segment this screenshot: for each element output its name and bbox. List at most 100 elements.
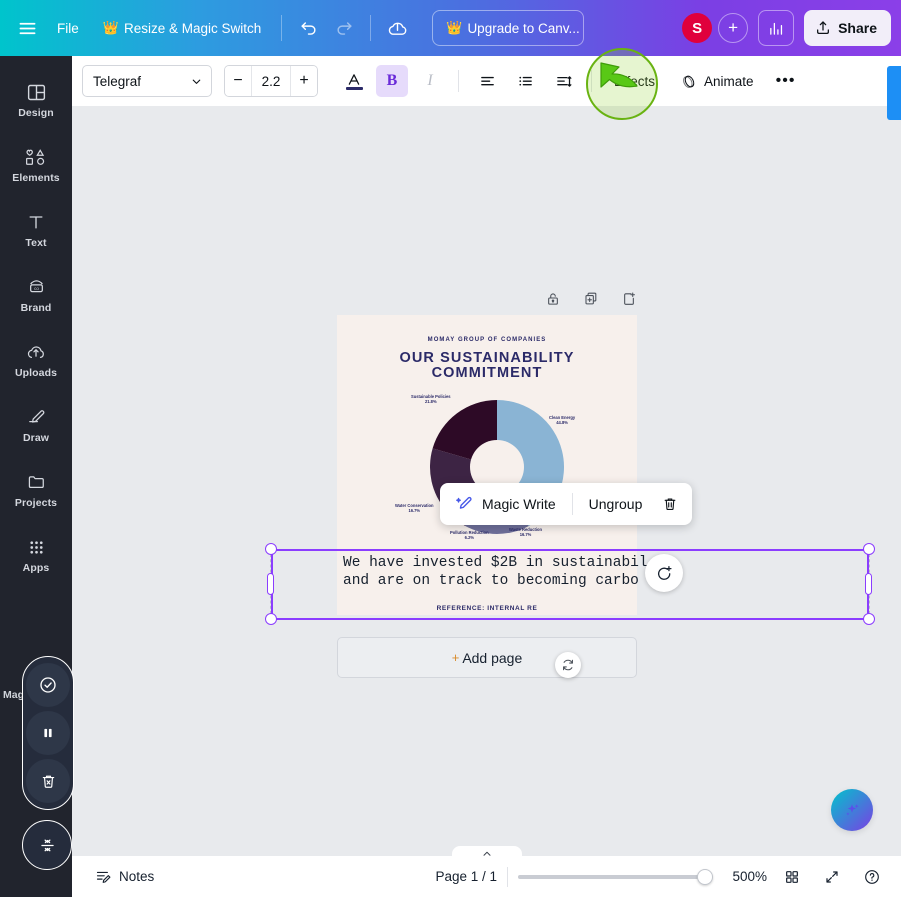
bullet-list-button[interactable]: [509, 65, 541, 97]
font-size-value: 2.2: [261, 73, 281, 89]
page-actions-bar: [538, 284, 644, 314]
grid-view-button[interactable]: [777, 862, 807, 892]
chevron-up-icon: [480, 848, 494, 856]
donut-label-pollution-reduction: Pollution Reduction 6.2%: [450, 530, 489, 540]
svg-text:co: co: [34, 286, 39, 291]
animate-button[interactable]: Animate: [671, 65, 764, 97]
font-size-input[interactable]: 2.2: [251, 66, 291, 96]
approve-button[interactable]: [26, 663, 70, 707]
selection-handle-right[interactable]: [865, 573, 872, 595]
font-family-value: Telegraf: [93, 73, 142, 89]
label-pct: 44.8%: [556, 420, 568, 426]
add-comment-button[interactable]: [645, 554, 683, 592]
notes-button[interactable]: Notes: [86, 862, 163, 892]
font-size-decrease-button[interactable]: −: [225, 66, 251, 96]
toolbar-divider-1: [458, 70, 459, 92]
undo-icon[interactable]: [291, 11, 325, 45]
zoom-slider[interactable]: [518, 868, 713, 885]
insights-bar-chart-icon[interactable]: [758, 10, 795, 46]
selection-handle-bottom-left[interactable]: [265, 613, 277, 625]
more-label: •••: [775, 72, 796, 89]
add-page-icon: [621, 291, 637, 307]
redo-icon[interactable]: [327, 11, 361, 45]
sidebar-item-apps[interactable]: Apps: [5, 529, 67, 580]
upgrade-crown-icon: 👑: [446, 20, 463, 35]
selection-handle-top-left[interactable]: [265, 543, 277, 555]
duplicate-page-button[interactable]: [576, 284, 606, 314]
collapse-vertical-icon: [38, 836, 57, 855]
text-align-button[interactable]: [471, 65, 503, 97]
magic-write-button[interactable]: Magic Write: [446, 487, 566, 521]
sidebar-item-elements[interactable]: Elements: [5, 139, 67, 190]
share-label: Share: [838, 20, 877, 36]
donut-label-sustainable-policies: Sustainable Policies 21.8%: [411, 394, 451, 404]
text-color-button[interactable]: [338, 65, 370, 97]
notes-icon: [95, 868, 112, 885]
sidebar-item-brand[interactable]: co Brand: [5, 269, 67, 320]
add-page-label: Add page: [462, 649, 523, 666]
line-spacing-button[interactable]: [547, 65, 579, 97]
magic-action-toolbar: [22, 656, 74, 810]
collapse-panel-button[interactable]: [22, 820, 72, 870]
sidebar-item-projects[interactable]: Projects: [5, 464, 67, 515]
selection-handle-bottom-right[interactable]: [863, 613, 875, 625]
hamburger-menu-icon[interactable]: [10, 11, 44, 45]
selection-handle-left[interactable]: [267, 573, 274, 595]
sidebar-item-label: Text: [25, 237, 47, 249]
share-button[interactable]: Share: [804, 10, 891, 46]
magic-ai-assistant-button[interactable]: [831, 789, 873, 831]
selected-text-line2: and are on track to becoming carbo: [343, 573, 639, 589]
resize-magic-switch-button[interactable]: 👑 Resize & Magic Switch: [92, 11, 272, 45]
folder-icon: [26, 471, 47, 493]
brand-eyebrow: MOMAY GROUP OF COMPANIES: [427, 337, 547, 343]
bottom-status-bar: Notes Page 1 / 1 500%: [72, 856, 901, 897]
scroll-up-button[interactable]: [452, 846, 522, 856]
avatar-initial: S: [692, 19, 703, 37]
resize-label: Resize & Magic Switch: [123, 20, 262, 36]
pause-button[interactable]: [26, 711, 70, 755]
bold-button[interactable]: B: [376, 65, 408, 97]
bottom-divider: [507, 866, 508, 887]
canvas-scroll-area[interactable]: MOMAY GROUP OF COMPANIES OUR SUSTAINABIL…: [72, 106, 901, 856]
header-divider-2: [370, 15, 372, 41]
rotate-handle[interactable]: [555, 652, 581, 678]
lock-page-button[interactable]: [538, 284, 568, 314]
add-collaborator-plus-icon[interactable]: +: [718, 13, 749, 43]
insert-page-button[interactable]: [614, 284, 644, 314]
fullscreen-button[interactable]: [817, 862, 847, 892]
font-family-select[interactable]: Telegraf: [82, 65, 212, 97]
cloud-saved-icon[interactable]: [380, 11, 414, 45]
selected-text-block[interactable]: We have invested $2B in sustainabil and …: [278, 550, 868, 592]
file-menu-label: File: [57, 20, 79, 36]
add-page-button[interactable]: + Add page: [337, 637, 637, 678]
more-options-button[interactable]: •••: [770, 65, 802, 97]
top-header-bar: File 👑 Resize & Magic Switch 👑 Upgrade t…: [0, 0, 901, 56]
upload-cloud-icon: [25, 341, 47, 363]
sidebar-item-text[interactable]: Text: [5, 204, 67, 255]
upgrade-to-canva-pro-button[interactable]: 👑 Upgrade to Canv...: [432, 10, 585, 46]
font-color-A-icon: [345, 73, 363, 90]
font-size-increase-button[interactable]: +: [291, 66, 317, 96]
ungroup-button[interactable]: Ungroup: [579, 487, 653, 521]
effects-button[interactable]: Effects: [604, 65, 665, 97]
discard-button[interactable]: [26, 759, 70, 803]
right-panel-edge[interactable]: [887, 66, 901, 120]
label-pct: 6.2%: [464, 535, 474, 541]
donut-label-waste-reduction: Waste Reduction 16.7%: [509, 527, 542, 537]
selection-handle-top-right[interactable]: [863, 543, 875, 555]
delete-element-button[interactable]: [654, 487, 686, 521]
sidebar-item-draw[interactable]: Draw: [5, 399, 67, 450]
italic-label: I: [427, 72, 433, 89]
sidebar-item-uploads[interactable]: Uploads: [5, 334, 67, 385]
sidebar-item-design[interactable]: Design: [5, 74, 67, 125]
user-avatar[interactable]: S: [682, 13, 713, 43]
page-indicator: Page 1 / 1: [435, 869, 497, 884]
label-pct: 21.8%: [424, 399, 437, 405]
help-button[interactable]: [857, 862, 887, 892]
italic-button[interactable]: I: [414, 65, 446, 97]
brand-kit-icon: co: [26, 276, 47, 298]
sidebar-item-label: Brand: [20, 302, 52, 314]
zoom-knob[interactable]: [697, 868, 713, 885]
align-text-icon: [479, 73, 496, 90]
file-menu-button[interactable]: File: [46, 11, 90, 45]
